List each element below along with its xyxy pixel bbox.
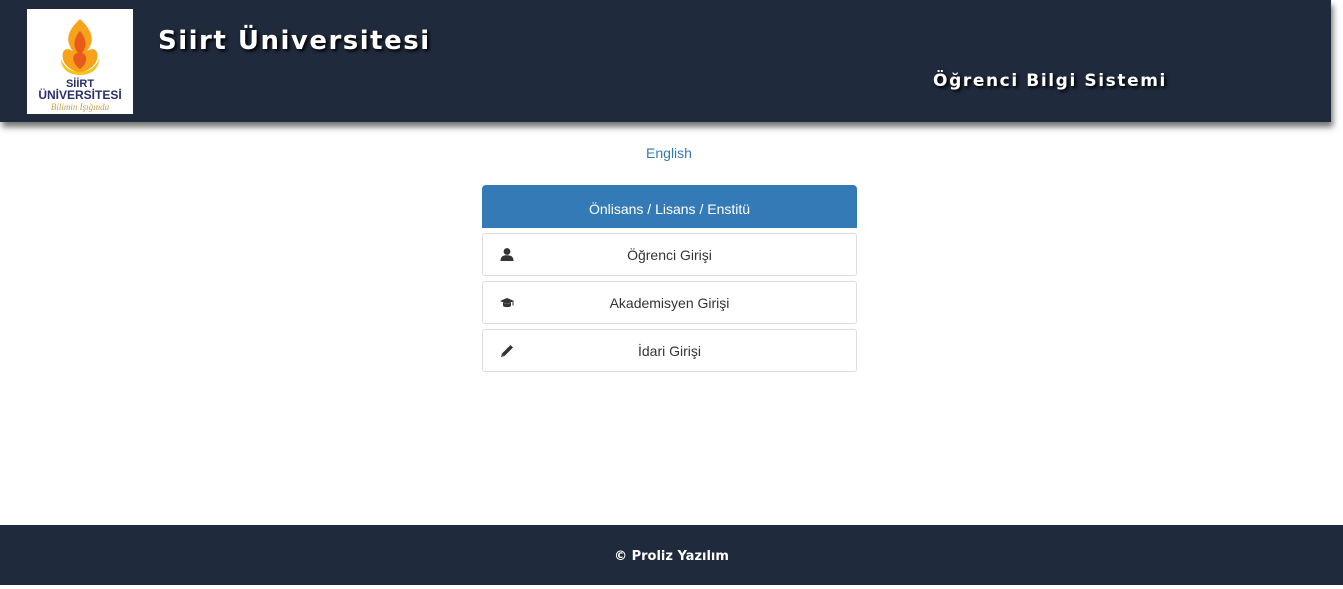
login-panel: Önlisans / Lisans / Enstitü Öğrenci Giri… bbox=[482, 185, 857, 372]
student-login-label: Öğrenci Girişi bbox=[627, 247, 712, 263]
system-title: Öğrenci Bilgi Sistemi bbox=[933, 71, 1167, 91]
student-login-button[interactable]: Öğrenci Girişi bbox=[482, 233, 857, 276]
footer: © Proliz Yazılım bbox=[0, 525, 1343, 585]
academic-login-label: Akademisyen Girişi bbox=[609, 295, 730, 311]
logo-line2: ÜNİVERSİTESİ bbox=[38, 87, 121, 102]
university-logo[interactable]: SİİRT ÜNİVERSİTESİ Bilimin Işığında bbox=[27, 9, 133, 114]
language-switch-link[interactable]: English bbox=[0, 145, 1338, 161]
header: SİİRT ÜNİVERSİTESİ Bilimin Işığında Siir… bbox=[0, 0, 1331, 122]
admin-login-button[interactable]: İdari Girişi bbox=[482, 329, 857, 372]
panel-heading: Önlisans / Lisans / Enstitü bbox=[482, 185, 857, 228]
copyright-text: © Proliz Yazılım bbox=[614, 549, 729, 564]
admin-login-label: İdari Girişi bbox=[637, 343, 701, 359]
logo-tagline: Bilimin Işığında bbox=[51, 102, 110, 112]
academic-login-button[interactable]: Akademisyen Girişi bbox=[482, 281, 857, 324]
site-title: Siirt Üniversitesi bbox=[158, 26, 431, 56]
flame-logo-icon: SİİRT ÜNİVERSİTESİ Bilimin Işığında bbox=[38, 19, 122, 112]
